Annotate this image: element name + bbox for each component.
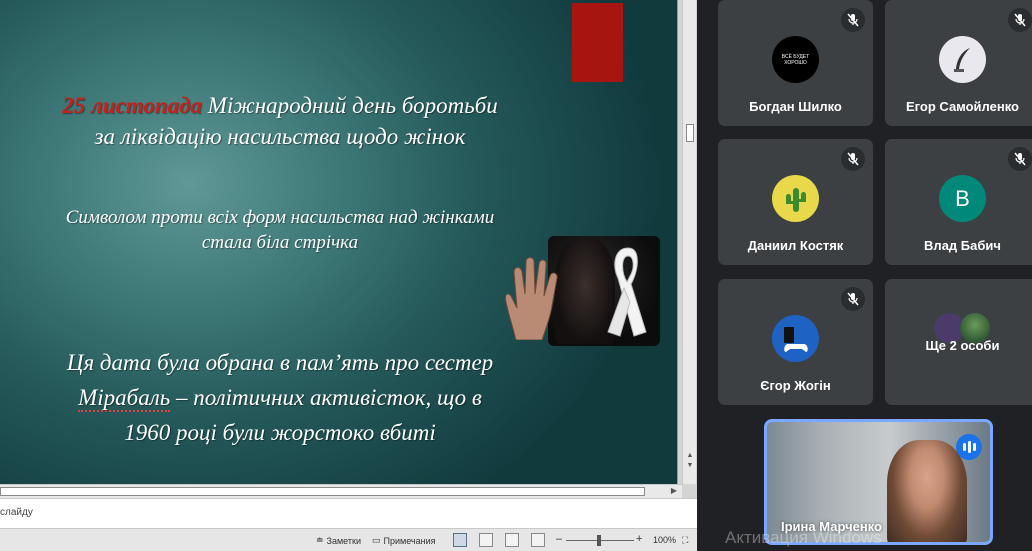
quill-icon	[953, 47, 970, 72]
presentation-window: 25 листопада Міжнародний день боротьби з…	[0, 0, 697, 551]
game-console-icon	[783, 326, 808, 352]
notes-icon: ≐	[316, 535, 324, 545]
horizontal-scroll-thumb[interactable]	[0, 487, 645, 496]
fit-slide-icon[interactable]: ⛶	[682, 535, 688, 546]
speaking-indicator-icon	[956, 434, 982, 460]
slide-sorter-button[interactable]	[479, 533, 493, 547]
zoom-in-button[interactable]: +	[636, 533, 642, 545]
scroll-right-arrow-icon[interactable]: ▶	[669, 486, 679, 497]
scroll-up-arrow-icon[interactable]: ▲	[686, 452, 694, 460]
participant-name: Егор Самойленко	[905, 99, 1019, 114]
slide-date-text: Ця дата була обрана в пам’ять про сестер…	[20, 345, 540, 450]
notes-pane[interactable]: слайду	[0, 498, 697, 528]
slideshow-button[interactable]	[531, 533, 545, 547]
red-rectangle-shape	[572, 3, 623, 82]
symbol-line-2: стала біла стрічка	[201, 232, 359, 253]
date-line-3: 1960 році були жорстоко вбиті	[124, 420, 436, 445]
date-line-1: Ця дата була обрана в пам’ять про сестер	[66, 350, 494, 375]
self-view-tile[interactable]: Ірина Марченко	[764, 419, 993, 545]
slide-title-line2: за ліквідацію насильства щодо жінок	[94, 124, 466, 149]
notes-toggle[interactable]: ≐ Заметки	[316, 535, 361, 546]
mirabal-word: Мірабаль	[78, 385, 171, 412]
participant-name: Єгор Жогін	[760, 378, 831, 393]
participant-name: Богдан Шилко	[749, 99, 842, 114]
notes-label: Заметки	[326, 535, 361, 546]
participant-tile[interactable]: Єгор Жогін	[718, 279, 873, 405]
stop-hand-icon	[505, 257, 558, 340]
participant-tile[interactable]: Даниил Костяк	[718, 139, 873, 265]
comments-label: Примечания	[383, 535, 436, 546]
normal-view-button[interactable]	[453, 533, 467, 547]
cactus-icon	[785, 187, 806, 212]
comment-icon: ▭	[372, 535, 381, 545]
more-participants-label: Ще 2 особи	[925, 338, 1000, 353]
avatar	[939, 36, 986, 83]
mic-off-icon	[1008, 147, 1032, 171]
mic-off-icon	[841, 8, 865, 32]
reading-view-button[interactable]	[505, 533, 519, 547]
vertical-scrollbar[interactable]: ▲ ▼	[682, 0, 696, 484]
avatar	[772, 315, 819, 362]
vertical-scroll-thumb[interactable]	[686, 124, 694, 142]
windows-activation-watermark: Активация Windows	[725, 528, 882, 547]
symbol-line-1: Символом проти всіх форм насильства над …	[65, 207, 495, 228]
notes-placeholder: слайду	[0, 507, 33, 518]
zoom-slider-handle[interactable]	[597, 535, 601, 546]
horizontal-scrollbar[interactable]: ▶	[0, 484, 682, 498]
participant-name: Влад Бабич	[924, 238, 1001, 253]
scroll-down-arrow-icon[interactable]: ▼	[686, 462, 694, 470]
slide-title: 25 листопада Міжнародний день боротьби з…	[20, 90, 540, 152]
slide-date: 25 листопада	[62, 93, 203, 118]
participant-tile[interactable]: B Влад Бабич	[885, 139, 1032, 265]
slide-canvas[interactable]: 25 листопада Міжнародний день боротьби з…	[0, 0, 678, 484]
date-line-2: – політичних активісток, що в	[170, 385, 482, 410]
participant-tile[interactable]: ВСЁ БУДЕТ ХОРОШО Богдан Шилко	[718, 0, 873, 126]
status-bar: ≐ Заметки ▭ Примечания – + 100% ⛶	[0, 528, 697, 551]
avatar	[772, 175, 819, 222]
zoom-out-button[interactable]: –	[556, 533, 562, 545]
white-ribbon-icon	[607, 247, 647, 337]
mic-off-icon	[1008, 8, 1032, 32]
participant-tile[interactable]: Егор Самойленко	[885, 0, 1032, 126]
slide-picture[interactable]	[500, 236, 660, 346]
avatar: B	[939, 175, 986, 222]
mic-off-icon	[841, 147, 865, 171]
zoom-level[interactable]: 100%	[653, 535, 676, 545]
participant-name: Даниил Костяк	[747, 238, 844, 253]
comments-toggle[interactable]: ▭ Примечания	[372, 535, 435, 546]
mic-off-icon	[841, 287, 865, 311]
more-participants-tile[interactable]: Ще 2 особи	[885, 279, 1032, 405]
avatar-text: ВСЁ БУДЕТ ХОРОШО	[781, 53, 810, 66]
avatar: ВСЁ БУДЕТ ХОРОШО	[772, 36, 819, 83]
self-video-person	[887, 440, 967, 542]
slide-title-rest: Міжнародний день боротьби	[202, 93, 498, 118]
slide-symbol-text: Символом проти всіх форм насильства над …	[20, 205, 540, 255]
screen: 25 листопада Міжнародний день боротьби з…	[0, 0, 1032, 551]
